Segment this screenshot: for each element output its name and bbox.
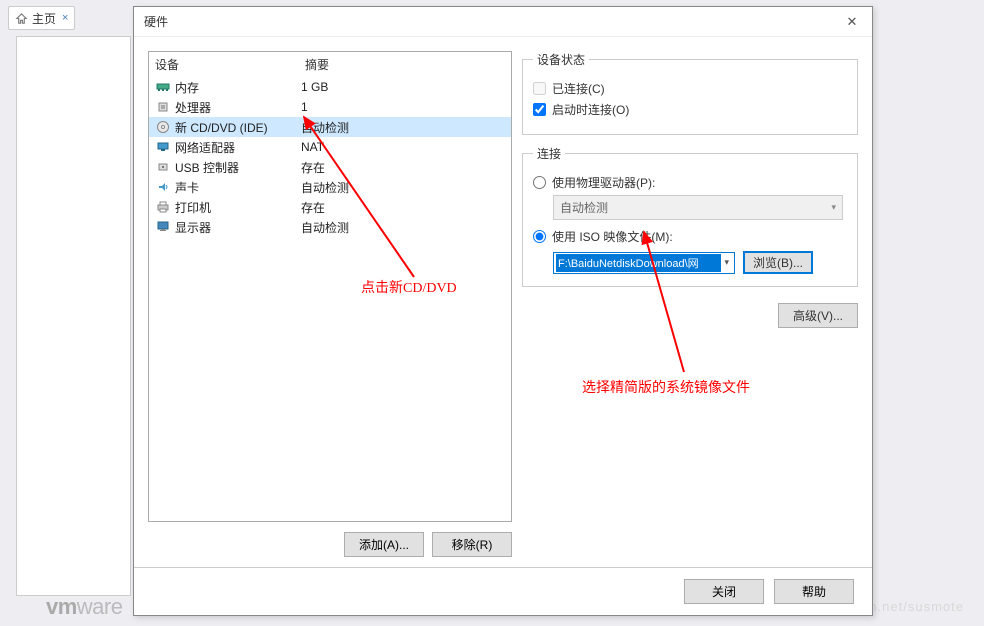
device-pane: 设备 摘要 内存 1 GB 处理器 1 新 CD/DVD (IDE) 自动检测 … — [148, 51, 512, 567]
annotation-click-cd: 点击新CD/DVD — [361, 277, 457, 297]
dialog-footer: 关闭 帮助 — [134, 567, 872, 615]
list-item-cpu[interactable]: 处理器 1 — [149, 97, 511, 117]
vmware-logo: vmware — [46, 594, 122, 620]
header-summary: 摘要 — [305, 56, 505, 73]
connected-checkbox: 已连接(C) — [533, 80, 847, 97]
memory-icon — [155, 80, 171, 94]
connection-legend: 连接 — [533, 145, 565, 162]
physical-drive-combo: 自动检测 ▾ — [553, 195, 843, 220]
printer-icon — [155, 200, 171, 214]
home-tab[interactable]: 主页 × — [8, 6, 75, 30]
hardware-dialog: 硬件 ✕ 设备 摘要 内存 1 GB 处理器 1 新 CD/DVD (IDE — [133, 6, 873, 616]
list-item-network[interactable]: 网络适配器 NAT — [149, 137, 511, 157]
display-icon — [155, 220, 171, 234]
list-item-usb[interactable]: USB 控制器 存在 — [149, 157, 511, 177]
list-header: 设备 摘要 — [149, 52, 511, 77]
use-iso-radio[interactable]: 使用 ISO 映像文件(M): — [533, 228, 847, 245]
connected-input — [533, 82, 546, 95]
device-status-group: 设备状态 已连接(C) 启动时连接(O) — [522, 51, 858, 135]
list-item-printer[interactable]: 打印机 存在 — [149, 197, 511, 217]
iso-path-combo[interactable]: F:\BaiduNetdiskDownload\网 ▾ — [553, 252, 735, 274]
iso-input[interactable] — [533, 230, 546, 243]
connection-group: 连接 使用物理驱动器(P): 自动检测 ▾ 使用 ISO 映像文件(M): F:… — [522, 145, 858, 287]
tab-label: 主页 — [32, 10, 56, 27]
advanced-button[interactable]: 高级(V)... — [778, 303, 858, 328]
cpu-icon — [155, 100, 171, 114]
list-item-cddvd[interactable]: 新 CD/DVD (IDE) 自动检测 — [149, 117, 511, 137]
device-list[interactable]: 设备 摘要 内存 1 GB 处理器 1 新 CD/DVD (IDE) 自动检测 … — [148, 51, 512, 522]
network-icon — [155, 140, 171, 154]
close-icon[interactable]: ✕ — [842, 12, 862, 32]
browse-button[interactable]: 浏览(B)... — [743, 251, 813, 274]
home-icon — [15, 12, 28, 25]
dialog-title: 硬件 — [144, 13, 168, 30]
tab-close-icon[interactable]: × — [62, 12, 68, 24]
physical-input[interactable] — [533, 176, 546, 189]
connect-poweron-input[interactable] — [533, 103, 546, 116]
status-legend: 设备状态 — [533, 51, 589, 68]
help-button[interactable]: 帮助 — [774, 579, 854, 604]
connect-poweron-checkbox[interactable]: 启动时连接(O) — [533, 101, 847, 118]
chevron-down-icon: ▾ — [831, 202, 836, 213]
close-button[interactable]: 关闭 — [684, 579, 764, 604]
chevron-down-icon[interactable]: ▾ — [721, 257, 732, 268]
disc-icon — [155, 120, 171, 134]
usb-icon — [155, 160, 171, 174]
dialog-titlebar: 硬件 ✕ — [134, 7, 872, 37]
header-device: 设备 — [155, 56, 305, 73]
annotation-select-iso: 选择精简版的系统镜像文件 — [582, 377, 750, 397]
background-panel — [16, 36, 131, 596]
list-item-display[interactable]: 显示器 自动检测 — [149, 217, 511, 237]
sound-icon — [155, 180, 171, 194]
add-button[interactable]: 添加(A)... — [344, 532, 424, 557]
list-item-memory[interactable]: 内存 1 GB — [149, 77, 511, 97]
remove-button[interactable]: 移除(R) — [432, 532, 512, 557]
settings-pane: 设备状态 已连接(C) 启动时连接(O) 连接 使用物理驱动器(P): 自动检测 — [522, 51, 858, 567]
list-item-sound[interactable]: 声卡 自动检测 — [149, 177, 511, 197]
use-physical-radio[interactable]: 使用物理驱动器(P): — [533, 174, 847, 191]
